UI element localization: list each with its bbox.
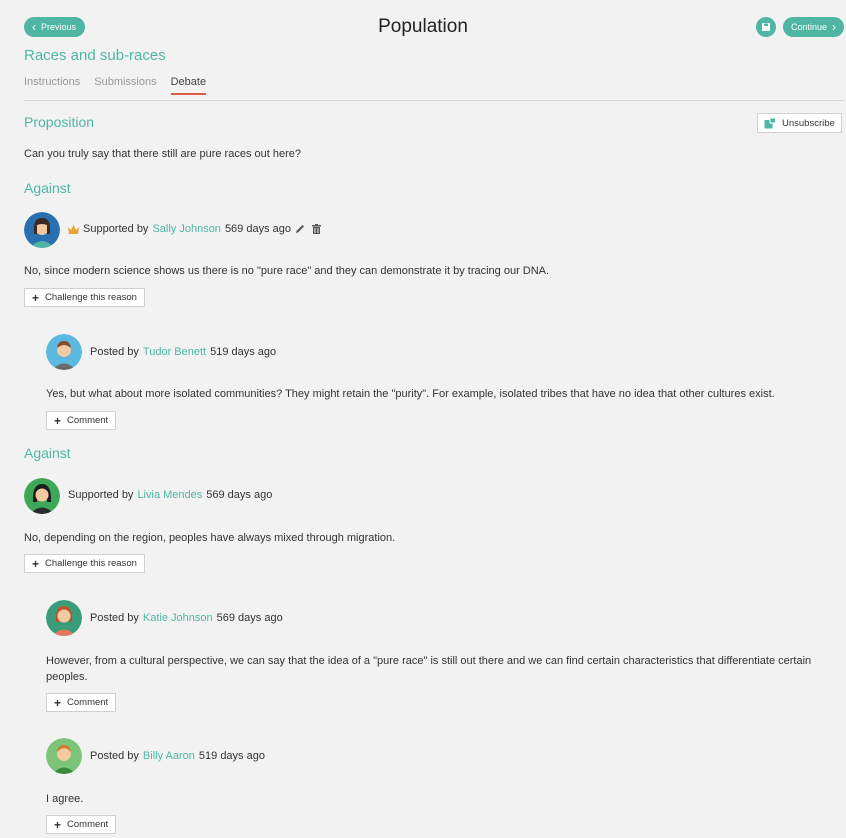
topic-title: Races and sub-races xyxy=(24,47,166,64)
comment-label: Comment xyxy=(67,697,109,708)
supported-by-label: Supported by xyxy=(83,223,149,235)
proposition-heading: Proposition xyxy=(24,114,95,130)
argument-heading: Against xyxy=(24,445,71,461)
author-link[interactable]: Tudor Benett xyxy=(143,346,206,358)
avatar-sally-johnson xyxy=(24,212,60,248)
argument-text: No, since modern science shows us there … xyxy=(24,265,550,277)
trash-icon[interactable] xyxy=(312,224,321,234)
author-link[interactable]: Katie Johnson xyxy=(143,612,213,624)
unsubscribe-button[interactable]: Unsubscribe xyxy=(757,113,842,133)
comment-meta: Posted by Tudor Benett 519 days ago xyxy=(90,346,276,358)
plus-icon: + xyxy=(54,695,62,710)
comment-meta: Posted by Billy Aaron 519 days ago xyxy=(90,750,265,762)
comment-meta: Posted by Katie Johnson 569 days ago xyxy=(90,612,283,624)
proposition-text: Can you truly say that there still are p… xyxy=(24,148,301,160)
continue-label: Continue xyxy=(791,22,828,32)
plus-icon: + xyxy=(32,290,40,305)
tabs-divider xyxy=(24,100,844,101)
plus-icon: + xyxy=(54,413,62,428)
crown-icon xyxy=(68,224,79,234)
floppy-icon xyxy=(762,23,770,31)
comment-button[interactable]: + Comment xyxy=(46,693,117,712)
unsubscribe-icon xyxy=(764,117,776,128)
argument-meta: Supported by Sally Johnson 569 days ago xyxy=(68,223,321,235)
posted-by-label: Posted by xyxy=(90,750,139,762)
comment-label: Comment xyxy=(67,819,109,830)
author-link[interactable]: Sally Johnson xyxy=(152,223,221,235)
supported-by-label: Supported by xyxy=(68,489,134,501)
challenge-label: Challenge this reason xyxy=(45,292,137,303)
argument-heading: Against xyxy=(24,180,71,196)
timestamp: 519 days ago xyxy=(210,346,277,358)
timestamp: 569 days ago xyxy=(224,223,291,235)
comment-text-line-2: peoples. xyxy=(46,671,88,683)
comment-text: Yes, but what about more isolated commun… xyxy=(46,388,775,400)
author-link[interactable]: Billy Aaron xyxy=(143,750,195,762)
posted-by-label: Posted by xyxy=(90,612,139,624)
unsubscribe-label: Unsubscribe xyxy=(782,117,835,129)
timestamp: 569 days ago xyxy=(206,489,273,501)
challenge-button[interactable]: + Challenge this reason xyxy=(24,288,145,307)
save-button[interactable] xyxy=(756,17,776,37)
pencil-icon[interactable] xyxy=(295,224,305,234)
tab-bar: Instructions Submissions Debate xyxy=(24,76,207,95)
tab-debate[interactable]: Debate xyxy=(170,76,207,95)
posted-by-label: Posted by xyxy=(90,346,139,358)
timestamp: 519 days ago xyxy=(198,750,265,762)
plus-icon: + xyxy=(32,556,40,571)
comment-text-line-1: However, from a cultural perspective, we… xyxy=(46,655,812,667)
argument-meta: Supported by Livia Mendes 569 days ago xyxy=(68,489,272,501)
avatar-livia-mendes xyxy=(24,478,60,514)
avatar-billy-aaron xyxy=(46,738,82,774)
tab-submissions[interactable]: Submissions xyxy=(94,76,156,88)
challenge-button[interactable]: + Challenge this reason xyxy=(24,554,145,573)
comment-text: I agree. xyxy=(46,793,84,805)
continue-button[interactable]: Continue › xyxy=(783,17,844,37)
page-title: Population xyxy=(378,16,468,37)
challenge-label: Challenge this reason xyxy=(45,558,137,569)
comment-label: Comment xyxy=(67,415,109,426)
avatar-tudor-benett xyxy=(46,334,82,370)
timestamp: 569 days ago xyxy=(216,612,283,624)
chevron-right-icon: › xyxy=(832,20,836,34)
tab-instructions[interactable]: Instructions xyxy=(24,76,80,88)
author-link[interactable]: Livia Mendes xyxy=(137,489,202,501)
comment-button[interactable]: + Comment xyxy=(46,815,117,834)
argument-text: No, depending on the region, peoples hav… xyxy=(24,532,396,544)
avatar-katie-johnson xyxy=(46,600,82,636)
plus-icon: + xyxy=(54,817,62,832)
comment-button[interactable]: + Comment xyxy=(46,411,117,430)
